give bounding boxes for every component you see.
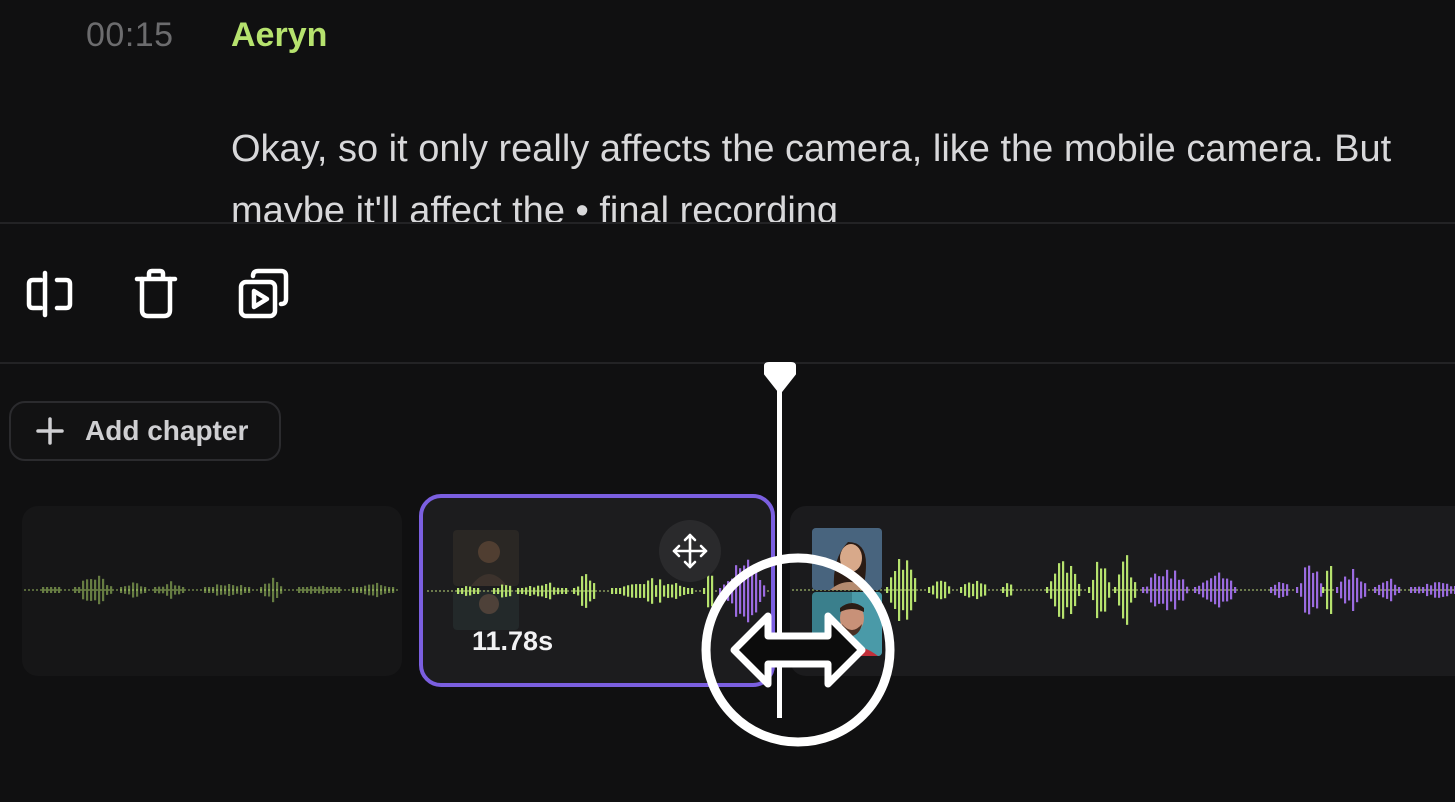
speaker-name[interactable]: Aeryn [231,16,327,55]
clip-waveform [427,559,771,623]
add-chapter-label: Add chapter [85,415,249,446]
transcript-text[interactable]: Okay, so it only really affects the came… [231,118,1431,222]
timeline-clip[interactable] [790,506,1455,676]
clip-duration: 11.78s [472,626,554,656]
clip-waveform [792,555,1455,625]
plus-icon [33,414,67,448]
playhead-marker-icon [764,362,796,394]
toolbar-divider [0,362,1455,364]
editor-app: 00:15 Aeryn Okay, so it only really affe… [0,0,1455,802]
transcript-panel: 00:15 Aeryn Okay, so it only really affe… [0,0,1455,222]
move-clip-handle[interactable] [659,520,721,582]
split-button[interactable] [18,262,82,326]
timeline-clip-selected[interactable]: 11.78s [419,494,775,687]
playhead-handle[interactable] [761,362,799,401]
transcript-divider [0,222,1455,224]
transcript-timestamp[interactable]: 00:15 [86,16,174,55]
timeline-clip[interactable] [22,506,402,676]
trash-icon [134,268,178,319]
add-chapter-button[interactable]: Add chapter [9,401,281,461]
split-icon [26,270,73,318]
duplicate-clip-button[interactable] [231,262,295,326]
playhead-line[interactable] [777,388,782,718]
clip-thumbnail-speaker-a [812,528,882,590]
duplicate-clip-icon [238,268,289,319]
clip-thumbnail-speaker-b [812,592,882,656]
delete-button[interactable] [124,262,188,326]
move-icon [672,533,708,569]
clip-waveform [24,575,400,605]
